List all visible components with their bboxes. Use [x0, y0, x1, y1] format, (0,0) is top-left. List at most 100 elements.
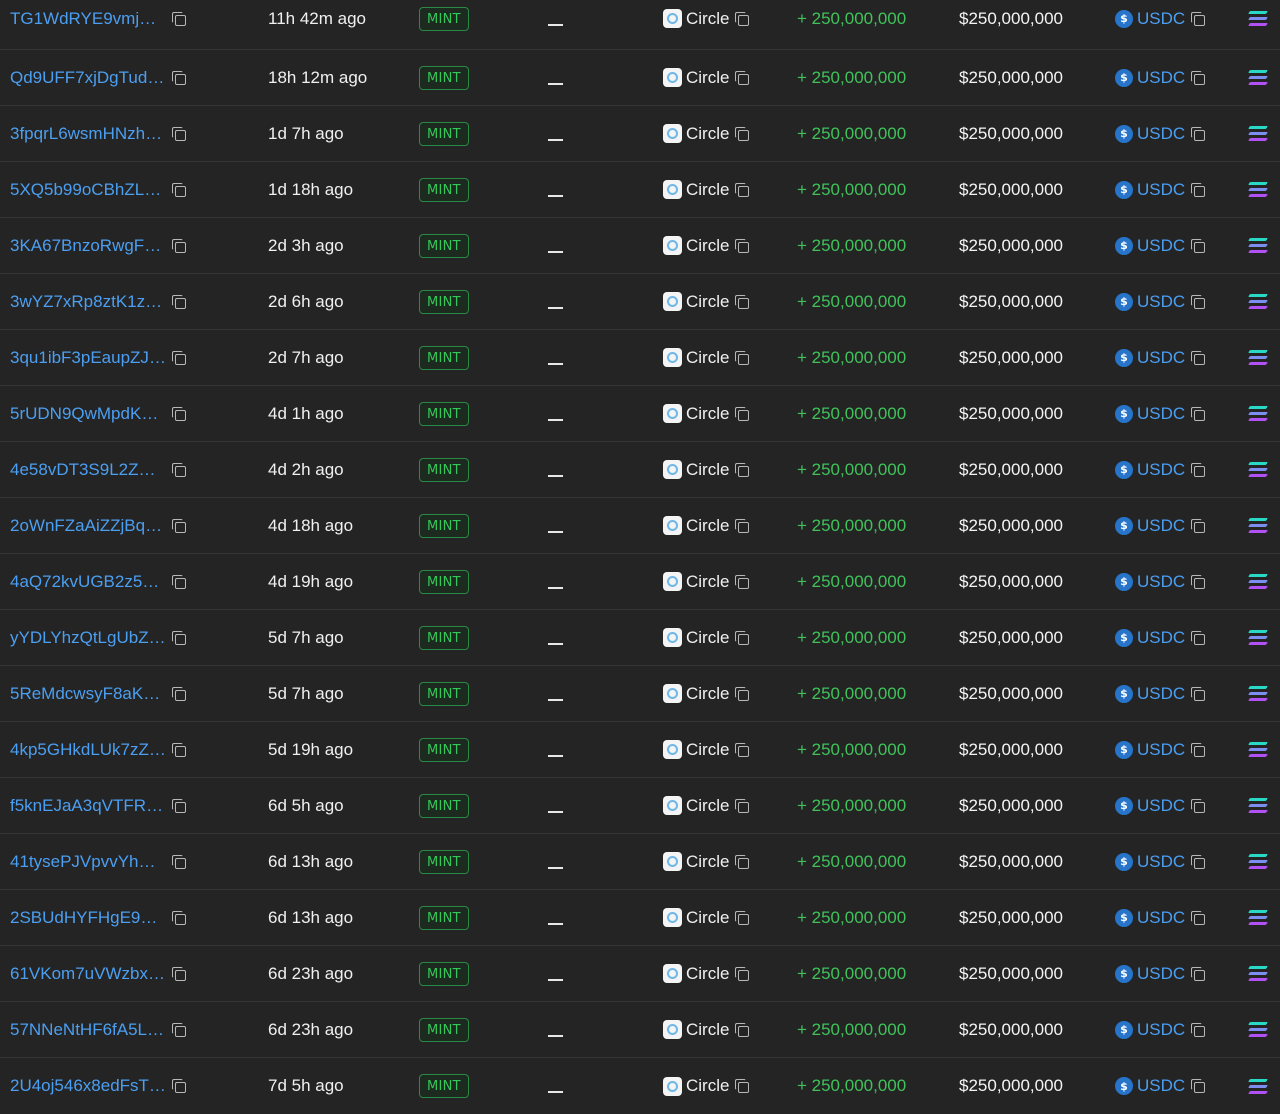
copy-icon[interactable] — [172, 1079, 186, 1093]
signature-link[interactable]: 41tysePJVpvvYhAU… — [10, 852, 166, 872]
signature-link[interactable]: Qd9UFF7xjDgTudJr… — [10, 68, 166, 88]
copy-icon[interactable] — [1191, 854, 1206, 869]
copy-icon[interactable] — [1191, 11, 1206, 26]
to-account-label[interactable]: Circle — [686, 740, 729, 760]
to-account-label[interactable]: Circle — [686, 460, 729, 480]
to-account-label[interactable]: Circle — [686, 9, 729, 29]
copy-icon[interactable] — [1191, 574, 1206, 589]
copy-icon[interactable] — [172, 350, 186, 365]
copy-icon[interactable] — [172, 462, 186, 477]
copy-icon[interactable] — [1191, 798, 1206, 813]
to-account-label[interactable]: Circle — [686, 516, 729, 536]
copy-icon[interactable] — [172, 686, 186, 701]
copy-icon[interactable] — [1191, 910, 1206, 925]
signature-link[interactable]: 2SBUdHYFHgE99Q… — [10, 908, 166, 928]
copy-icon[interactable] — [1191, 1022, 1206, 1037]
token-link[interactable]: USDC — [1137, 796, 1185, 816]
copy-icon[interactable] — [735, 350, 750, 365]
token-link[interactable]: USDC — [1137, 1076, 1185, 1096]
copy-icon[interactable] — [1191, 630, 1206, 645]
token-link[interactable]: USDC — [1137, 9, 1185, 29]
to-account-label[interactable]: Circle — [686, 236, 729, 256]
copy-icon[interactable] — [172, 854, 186, 869]
copy-icon[interactable] — [735, 1022, 750, 1037]
copy-icon[interactable] — [735, 630, 750, 645]
copy-icon[interactable] — [172, 238, 186, 253]
copy-icon[interactable] — [735, 462, 750, 477]
copy-icon[interactable] — [172, 11, 186, 26]
signature-link[interactable]: 4aQ72kvUGB2z5EF… — [10, 572, 166, 592]
to-account-label[interactable]: Circle — [686, 964, 729, 984]
copy-icon[interactable] — [735, 1079, 750, 1093]
token-link[interactable]: USDC — [1137, 908, 1185, 928]
to-account-label[interactable]: Circle — [686, 628, 729, 648]
signature-link[interactable]: 3qu1ibF3pEaupZJjf… — [10, 348, 166, 368]
to-account-label[interactable]: Circle — [686, 124, 729, 144]
to-account-label[interactable]: Circle — [686, 684, 729, 704]
to-account-label[interactable]: Circle — [686, 180, 729, 200]
to-account-label[interactable]: Circle — [686, 1020, 729, 1040]
token-link[interactable]: USDC — [1137, 348, 1185, 368]
copy-icon[interactable] — [735, 798, 750, 813]
copy-icon[interactable] — [1191, 350, 1206, 365]
token-link[interactable]: USDC — [1137, 964, 1185, 984]
signature-link[interactable]: 4kp5GHkdLUk7zZu… — [10, 740, 166, 760]
copy-icon[interactable] — [172, 182, 186, 197]
copy-icon[interactable] — [1191, 686, 1206, 701]
copy-icon[interactable] — [735, 574, 750, 589]
copy-icon[interactable] — [735, 742, 750, 757]
copy-icon[interactable] — [1191, 742, 1206, 757]
copy-icon[interactable] — [735, 238, 750, 253]
copy-icon[interactable] — [172, 966, 186, 981]
signature-link[interactable]: 57NNeNtHF6fA5LC… — [10, 1020, 166, 1040]
copy-icon[interactable] — [172, 126, 186, 141]
signature-link[interactable]: yYDLYhzQtLgUbZd… — [10, 628, 166, 648]
copy-icon[interactable] — [172, 798, 186, 813]
to-account-label[interactable]: Circle — [686, 348, 729, 368]
signature-link[interactable]: 3fpqrL6wsmHNzhA… — [10, 124, 166, 144]
copy-icon[interactable] — [735, 70, 750, 85]
copy-icon[interactable] — [172, 574, 186, 589]
to-account-label[interactable]: Circle — [686, 404, 729, 424]
copy-icon[interactable] — [1191, 518, 1206, 533]
copy-icon[interactable] — [1191, 462, 1206, 477]
token-link[interactable]: USDC — [1137, 740, 1185, 760]
to-account-label[interactable]: Circle — [686, 572, 729, 592]
token-link[interactable]: USDC — [1137, 852, 1185, 872]
signature-link[interactable]: TG1WdRYE9vmjP6J… — [10, 9, 166, 29]
copy-icon[interactable] — [735, 11, 750, 26]
token-link[interactable]: USDC — [1137, 404, 1185, 424]
copy-icon[interactable] — [735, 126, 750, 141]
signature-link[interactable]: 5ReMdcwsyF8aKnP… — [10, 684, 166, 704]
copy-icon[interactable] — [1191, 126, 1206, 141]
to-account-label[interactable]: Circle — [686, 68, 729, 88]
copy-icon[interactable] — [1191, 966, 1206, 981]
copy-icon[interactable] — [735, 910, 750, 925]
copy-icon[interactable] — [172, 518, 186, 533]
signature-link[interactable]: f5knEJaA3qVTFRjk… — [10, 796, 166, 816]
copy-icon[interactable] — [1191, 406, 1206, 421]
copy-icon[interactable] — [735, 854, 750, 869]
copy-icon[interactable] — [172, 406, 186, 421]
to-account-label[interactable]: Circle — [686, 1076, 729, 1096]
to-account-label[interactable]: Circle — [686, 852, 729, 872]
token-link[interactable]: USDC — [1137, 1020, 1185, 1040]
token-link[interactable]: USDC — [1137, 628, 1185, 648]
token-link[interactable]: USDC — [1137, 684, 1185, 704]
copy-icon[interactable] — [172, 70, 186, 85]
copy-icon[interactable] — [172, 630, 186, 645]
signature-link[interactable]: 61VKom7uVWzbxP… — [10, 964, 166, 984]
copy-icon[interactable] — [735, 686, 750, 701]
signature-link[interactable]: 4e58vDT3S9L2ZAA… — [10, 460, 166, 480]
token-link[interactable]: USDC — [1137, 292, 1185, 312]
token-link[interactable]: USDC — [1137, 236, 1185, 256]
copy-icon[interactable] — [172, 1022, 186, 1037]
token-link[interactable]: USDC — [1137, 516, 1185, 536]
token-link[interactable]: USDC — [1137, 68, 1185, 88]
copy-icon[interactable] — [1191, 1079, 1206, 1093]
copy-icon[interactable] — [735, 294, 750, 309]
copy-icon[interactable] — [735, 182, 750, 197]
signature-link[interactable]: 3wYZ7xRp8ztK1zLo… — [10, 292, 166, 312]
signature-link[interactable]: 5XQ5b99oCBhZLZi… — [10, 180, 166, 200]
copy-icon[interactable] — [735, 966, 750, 981]
